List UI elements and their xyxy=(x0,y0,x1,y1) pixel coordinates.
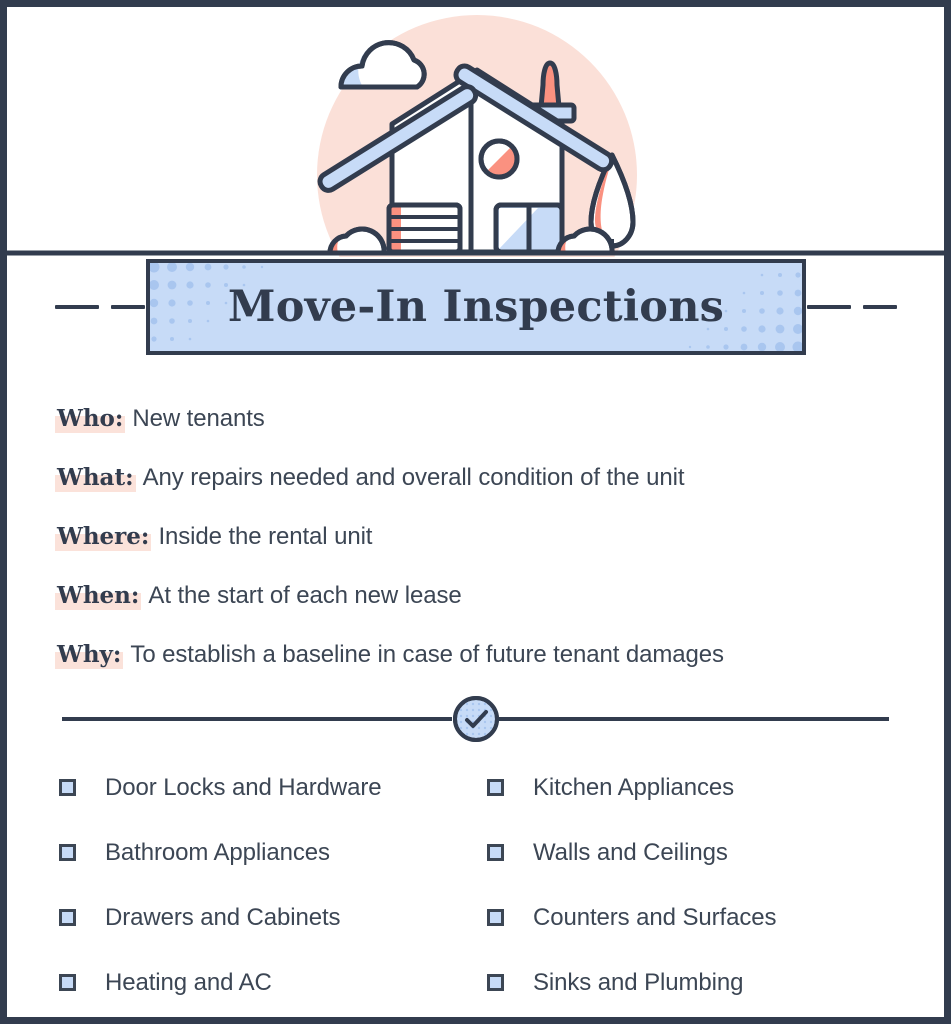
detail-row-what: What: Any repairs needed and overall con… xyxy=(55,448,905,507)
page-title: Move-In Inspections xyxy=(227,282,725,332)
detail-label-who: Who: xyxy=(55,405,126,433)
divider-line-left xyxy=(62,717,452,721)
detail-row-why: Why: To establish a baseline in case of … xyxy=(55,625,905,684)
checklist-item-label: Kitchen Appliances xyxy=(533,773,735,801)
banner-dash-left-inner xyxy=(111,305,145,309)
checklist-item[interactable]: Kitchen Appliances xyxy=(487,755,905,820)
detail-value-when: At the start of each new lease xyxy=(148,581,462,609)
checklist-item-label: Counters and Surfaces xyxy=(533,903,777,931)
detail-row-who: Who: New tenants xyxy=(55,389,905,448)
detail-label-when: When: xyxy=(55,582,142,610)
checklist-item-label: Walls and Ceilings xyxy=(533,838,728,866)
front-window xyxy=(493,202,565,255)
section-divider xyxy=(62,695,889,743)
detail-label-where: Where: xyxy=(55,523,152,551)
detail-label-what: What: xyxy=(55,464,136,492)
checklist-item[interactable]: Door Locks and Hardware xyxy=(59,755,477,820)
detail-label-why: Why: xyxy=(55,641,124,669)
detail-value-why: To establish a baseline in case of futur… xyxy=(130,640,724,668)
check-circle-icon xyxy=(452,696,499,742)
garage-door xyxy=(386,202,463,255)
title-banner-area: Move-In Inspections xyxy=(7,251,944,363)
checkbox-icon[interactable] xyxy=(59,844,76,861)
banner-dash-right-outer xyxy=(863,305,897,309)
divider-line-right xyxy=(499,717,889,721)
checklist-item-label: Drawers and Cabinets xyxy=(105,903,341,931)
checkbox-icon[interactable] xyxy=(59,909,76,926)
detail-row-when: When: At the start of each new lease xyxy=(55,566,905,625)
detail-value-what: Any repairs needed and overall condition… xyxy=(142,463,685,491)
checklist-item[interactable]: Counters and Surfaces xyxy=(487,885,905,950)
checklist-item-label: Sinks and Plumbing xyxy=(533,968,744,996)
checkbox-icon[interactable] xyxy=(487,974,504,991)
checklist-item[interactable]: Heating and AC xyxy=(59,950,477,1015)
checklist-item[interactable]: Walls and Ceilings xyxy=(487,820,905,885)
checkbox-icon[interactable] xyxy=(487,779,504,796)
checklist-item[interactable]: Drawers and Cabinets xyxy=(59,885,477,950)
checkbox-icon[interactable] xyxy=(487,909,504,926)
detail-row-where: Where: Inside the rental unit xyxy=(55,507,905,566)
infographic-card: Move-In Inspections Who: New tenants Wha… xyxy=(0,0,951,1024)
details-list: Who: New tenants What: Any repairs neede… xyxy=(55,389,905,684)
checklist-item-label: Bathroom Appliances xyxy=(105,838,330,866)
checklist-item-label: Heating and AC xyxy=(105,968,272,996)
banner-dash-left-outer xyxy=(55,305,99,309)
round-window xyxy=(478,138,520,180)
checkbox-icon[interactable] xyxy=(487,844,504,861)
house-illustration xyxy=(7,15,944,257)
checklist-item[interactable]: Sinks and Plumbing xyxy=(487,950,905,1015)
title-banner: Move-In Inspections xyxy=(146,259,806,355)
inspection-checklist: Door Locks and Hardware Kitchen Applianc… xyxy=(59,755,905,1015)
checkbox-icon[interactable] xyxy=(59,974,76,991)
detail-value-who: New tenants xyxy=(132,404,265,432)
checkbox-icon[interactable] xyxy=(59,779,76,796)
checklist-item-label: Door Locks and Hardware xyxy=(105,773,382,801)
checklist-item[interactable]: Bathroom Appliances xyxy=(59,820,477,885)
detail-value-where: Inside the rental unit xyxy=(158,522,373,550)
banner-dash-right-inner xyxy=(807,305,851,309)
